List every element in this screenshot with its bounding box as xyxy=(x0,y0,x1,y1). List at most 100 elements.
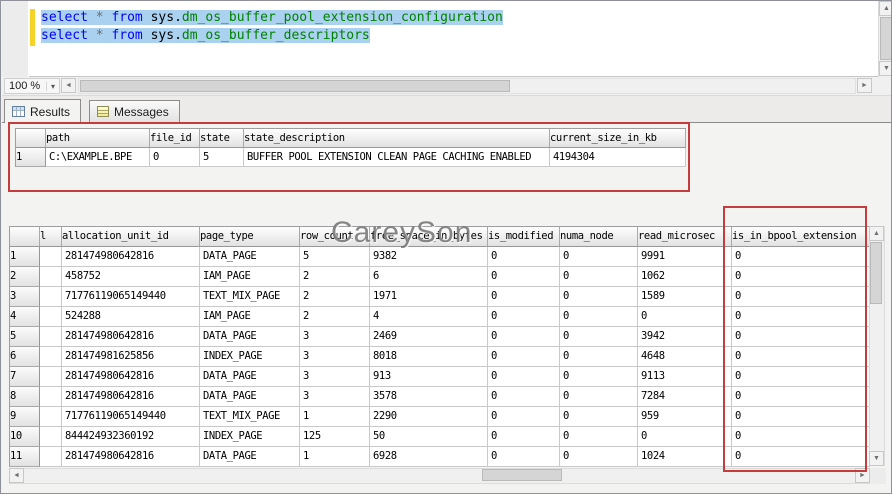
grid-cell[interactable]: 125 xyxy=(300,427,370,447)
grid-cell[interactable]: 2 xyxy=(300,287,370,307)
grid-cell[interactable]: 0 xyxy=(560,447,638,467)
grid-cell[interactable]: 0 xyxy=(488,267,560,287)
row-number[interactable]: 11 xyxy=(10,447,40,467)
grid-cell[interactable]: 9991 xyxy=(638,247,732,267)
grid-cell[interactable]: 3 xyxy=(300,367,370,387)
scroll-down-icon[interactable]: ▼ xyxy=(879,61,892,76)
grid-cell[interactable]: 3942 xyxy=(638,327,732,347)
grid-cell[interactable]: DATA_PAGE xyxy=(200,247,300,267)
grid-cell[interactable]: 0 xyxy=(638,427,732,447)
grid-cell[interactable]: 0 xyxy=(488,387,560,407)
grid-cell[interactable]: 281474981625856 xyxy=(62,347,200,367)
grid-cell[interactable]: 0 xyxy=(560,407,638,427)
row-number[interactable]: 6 xyxy=(10,347,40,367)
grid-cell[interactable]: 3 xyxy=(300,327,370,347)
column-header[interactable]: is_modified xyxy=(488,227,560,247)
grid-cell[interactable]: 281474980642816 xyxy=(62,447,200,467)
grid-cell[interactable]: 9382 xyxy=(370,247,488,267)
grid-cell[interactable]: 0 xyxy=(488,327,560,347)
grid-cell[interactable]: 4194304 xyxy=(550,148,686,167)
grid-cell[interactable]: 0 xyxy=(560,247,638,267)
grid-cell[interactable]: 0 xyxy=(732,447,870,467)
row-number[interactable]: 4 xyxy=(10,307,40,327)
grid-cell[interactable]: 0 xyxy=(488,347,560,367)
grid-cell[interactable]: 1 xyxy=(300,407,370,427)
grid-cell[interactable]: 7284 xyxy=(638,387,732,407)
grid-cell[interactable]: 3578 xyxy=(370,387,488,407)
grid-cell[interactable]: 5 xyxy=(200,148,244,167)
grid-cell[interactable]: 4648 xyxy=(638,347,732,367)
scroll-down-icon[interactable]: ▼ xyxy=(869,451,884,466)
grid-cell[interactable]: 0 xyxy=(150,148,200,167)
grid-cell[interactable]: 0 xyxy=(732,287,870,307)
grid-cell[interactable]: 844424932360192 xyxy=(62,427,200,447)
grid-cell[interactable]: 3 xyxy=(300,347,370,367)
grid-cell[interactable]: 0 xyxy=(560,367,638,387)
grid-cell[interactable] xyxy=(40,367,62,387)
grid-cell[interactable]: DATA_PAGE xyxy=(200,367,300,387)
grid-corner-cell[interactable] xyxy=(16,129,46,148)
grid-cell[interactable]: 0 xyxy=(560,267,638,287)
grid-cell[interactable]: 0 xyxy=(488,427,560,447)
row-number[interactable]: 8 xyxy=(10,387,40,407)
grid-cell[interactable]: 0 xyxy=(488,407,560,427)
editor-horizontal-scrollbar[interactable] xyxy=(78,78,856,94)
grid-cell[interactable]: 2469 xyxy=(370,327,488,347)
grid-cell[interactable]: 9113 xyxy=(638,367,732,387)
grid-cell[interactable]: 1062 xyxy=(638,267,732,287)
grid-cell[interactable]: 281474980642816 xyxy=(62,367,200,387)
zoom-control[interactable]: 100 % ▾ xyxy=(4,78,60,94)
grid-cell[interactable]: 281474980642816 xyxy=(62,327,200,347)
grid-cell[interactable]: 0 xyxy=(732,427,870,447)
grid-cell[interactable]: 0 xyxy=(638,307,732,327)
grid-cell[interactable] xyxy=(40,327,62,347)
grid-cell[interactable]: BUFFER POOL EXTENSION CLEAN PAGE CACHING… xyxy=(244,148,550,167)
grid-cell[interactable]: TEXT_MIX_PAGE xyxy=(200,407,300,427)
grid-cell[interactable]: 1971 xyxy=(370,287,488,307)
grid-cell[interactable]: 0 xyxy=(732,347,870,367)
row-number[interactable]: 9 xyxy=(10,407,40,427)
editor-hscroll-thumb[interactable] xyxy=(80,80,510,92)
grid-cell[interactable]: 1 xyxy=(300,447,370,467)
grid-cell[interactable]: 0 xyxy=(488,247,560,267)
sql-code[interactable]: select * from sys.dm_os_buffer_pool_exte… xyxy=(41,9,503,45)
grid-cell[interactable] xyxy=(40,247,62,267)
grid-cell[interactable]: C:\EXAMPLE.BPE xyxy=(46,148,150,167)
chevron-down-icon[interactable]: ▾ xyxy=(46,82,59,91)
grid-cell[interactable] xyxy=(40,307,62,327)
grid-vscroll-thumb[interactable] xyxy=(870,242,882,304)
column-header[interactable]: row_count xyxy=(300,227,370,247)
grid-cell[interactable]: 0 xyxy=(488,287,560,307)
grid-cell[interactable] xyxy=(40,387,62,407)
grid-cell[interactable]: 1024 xyxy=(638,447,732,467)
grid-cell[interactable]: DATA_PAGE xyxy=(200,387,300,407)
grid-cell[interactable]: 2290 xyxy=(370,407,488,427)
grid-cell[interactable]: 0 xyxy=(732,387,870,407)
column-header[interactable]: current_size_in_kb xyxy=(550,129,686,148)
grid-cell[interactable]: 5 xyxy=(300,247,370,267)
sql-line[interactable]: select * from sys.dm_os_buffer_descripto… xyxy=(41,27,503,45)
row-number[interactable]: 2 xyxy=(10,267,40,287)
row-number[interactable]: 5 xyxy=(10,327,40,347)
grid-cell[interactable]: TEXT_MIX_PAGE xyxy=(200,287,300,307)
grid-cell[interactable]: 0 xyxy=(560,327,638,347)
hscroll-left-icon[interactable]: ◄ xyxy=(61,78,76,93)
column-header[interactable]: read_microsec xyxy=(638,227,732,247)
grid-cell[interactable]: 0 xyxy=(560,347,638,367)
grid-cell[interactable]: 4 xyxy=(370,307,488,327)
hscroll-right-icon[interactable]: ► xyxy=(857,78,872,93)
column-header[interactable]: path xyxy=(46,129,150,148)
grid-cell[interactable]: 0 xyxy=(488,447,560,467)
grid-cell[interactable] xyxy=(40,347,62,367)
column-header[interactable]: l xyxy=(40,227,62,247)
grid-cell[interactable]: INDEX_PAGE xyxy=(200,427,300,447)
editor-vscroll-thumb[interactable] xyxy=(880,17,892,60)
column-header[interactable]: state_description xyxy=(244,129,550,148)
grid-cell[interactable]: DATA_PAGE xyxy=(200,447,300,467)
column-header[interactable]: page_type xyxy=(200,227,300,247)
grid-cell[interactable]: IAM_PAGE xyxy=(200,267,300,287)
grid-cell[interactable]: IAM_PAGE xyxy=(200,307,300,327)
grid-cell[interactable]: 0 xyxy=(560,307,638,327)
grid-cell[interactable]: 2 xyxy=(300,307,370,327)
scroll-up-icon[interactable]: ▲ xyxy=(879,1,892,16)
